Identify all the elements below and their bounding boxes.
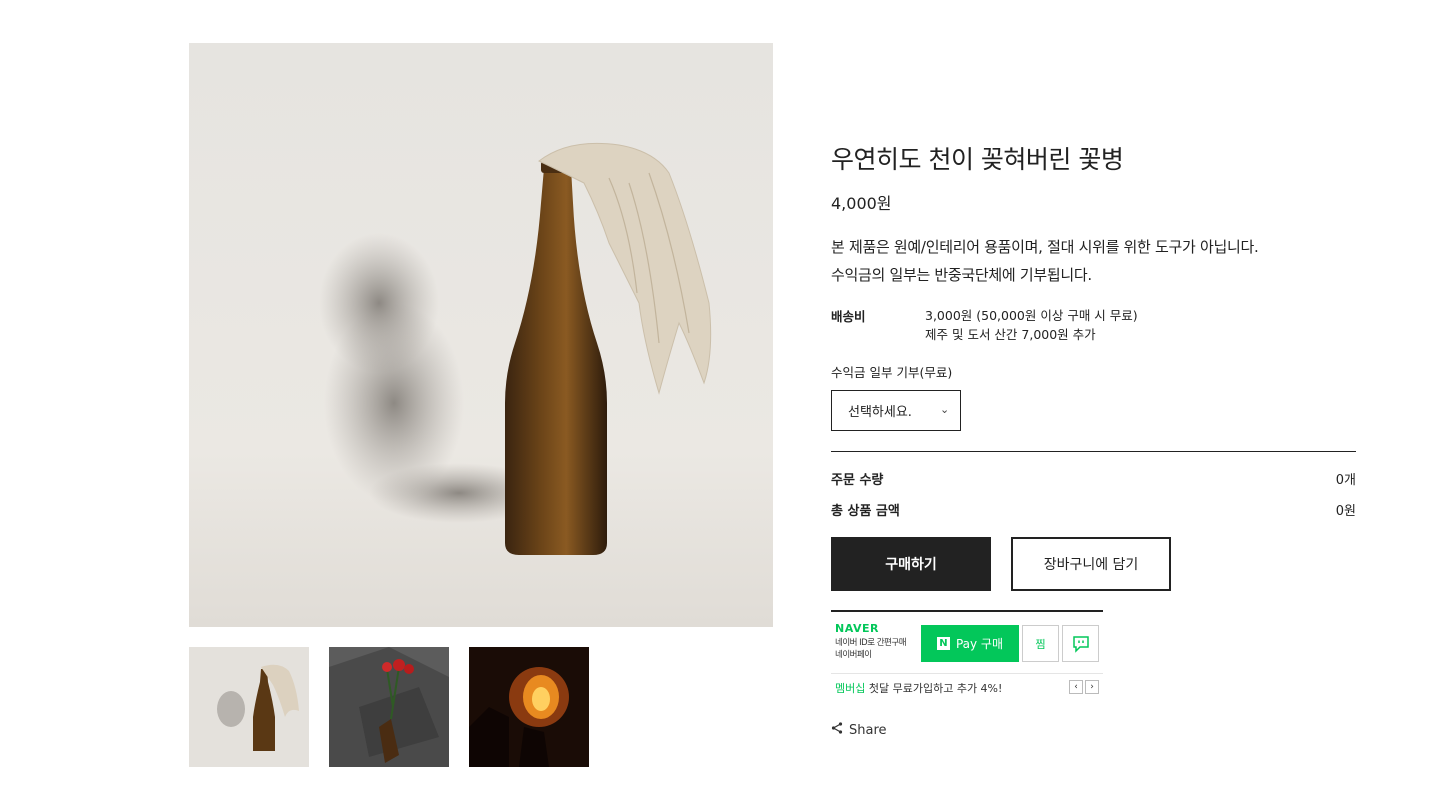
naverpay-promo-text: 첫달 무료가입하고 추가 4%!: [865, 682, 1003, 695]
shipping-label: 배송비: [831, 309, 866, 324]
add-to-cart-button[interactable]: 장바구니에 담기: [1011, 537, 1171, 591]
product-title: 우연히도 천이 꽂혀버린 꽃병: [831, 145, 1124, 174]
thumbnail-2[interactable]: [329, 647, 449, 767]
description-line-2: 수익금의 일부는 반중국단체에 기부됩니다.: [831, 266, 1092, 284]
naverpay-promo-highlight: 멤버십: [835, 682, 866, 695]
talk-icon[interactable]: [1062, 625, 1099, 662]
quantity-value: 0개: [1335, 473, 1356, 488]
shipping-line-1: 3,000원 (50,000원 이상 구매 시 무료): [925, 308, 1138, 323]
share-button[interactable]: Share: [831, 722, 887, 738]
quantity-label: 주문 수량: [831, 473, 884, 488]
chevron-left-icon[interactable]: ‹: [1069, 680, 1083, 694]
product-main-image: [189, 43, 773, 627]
shipping-line-2: 제주 및 도서 산간 7,000원 추가: [925, 327, 1096, 342]
product-info: 우연히도 천이 꽂혀버린 꽃병 4,000원 본 제품은 원예/인테리어 용품이…: [831, 0, 1356, 800]
naverpay-subtitle-line-2: 네이버페이: [835, 650, 872, 660]
option-select[interactable]: 선택하세요. ⌄: [831, 390, 961, 431]
naverpay-wish-button[interactable]: 찜: [1022, 625, 1059, 662]
naverpay-promo: 멤버십 첫달 무료가입하고 추가 4%!: [835, 680, 1002, 696]
naverpay-buy-label: Pay 구매: [955, 637, 1004, 651]
naverpay-n-icon: N: [936, 637, 950, 650]
share-icon: [831, 722, 843, 738]
naver-logo: NAVER: [835, 622, 879, 635]
buy-button[interactable]: 구매하기: [831, 537, 991, 591]
description-line-1: 본 제품은 원예/인테리어 용품이며, 절대 시위를 위한 도구가 아닙니다.: [831, 238, 1259, 256]
naverpay-subtitle: 네이버 ID로 간편구매 네이버페이: [835, 637, 907, 661]
shipping-value: 3,000원 (50,000원 이상 구매 시 무료) 제주 및 도서 산간 7…: [925, 306, 1138, 344]
thumbnail-3[interactable]: [469, 647, 589, 767]
product-price: 4,000원: [831, 194, 892, 213]
naverpay-promo-nav: ‹ ›: [1069, 680, 1099, 694]
thumbnail-strip: [189, 647, 589, 767]
option-label: 수익금 일부 기부(무료): [831, 365, 953, 380]
product-description: 본 제품은 원예/인테리어 용품이며, 절대 시위를 위한 도구가 아닙니다. …: [831, 233, 1259, 289]
share-label: Share: [849, 722, 887, 738]
option-selected-value: 선택하세요.: [848, 405, 912, 420]
naverpay-widget: NAVER 네이버 ID로 간편구매 네이버페이 N Pay 구매 찜 멤버십 …: [831, 610, 1103, 695]
chevron-down-icon: ⌄: [940, 403, 950, 416]
summary-divider: [831, 451, 1356, 452]
chevron-right-icon[interactable]: ›: [1085, 680, 1099, 694]
naverpay-separator: [831, 673, 1103, 674]
naverpay-subtitle-line-1: 네이버 ID로 간편구매: [835, 638, 907, 648]
total-label: 총 상품 금액: [831, 504, 900, 519]
thumbnail-1[interactable]: [189, 647, 309, 767]
naverpay-buy-button[interactable]: N Pay 구매: [921, 625, 1019, 662]
total-value: 0원: [1335, 504, 1356, 519]
